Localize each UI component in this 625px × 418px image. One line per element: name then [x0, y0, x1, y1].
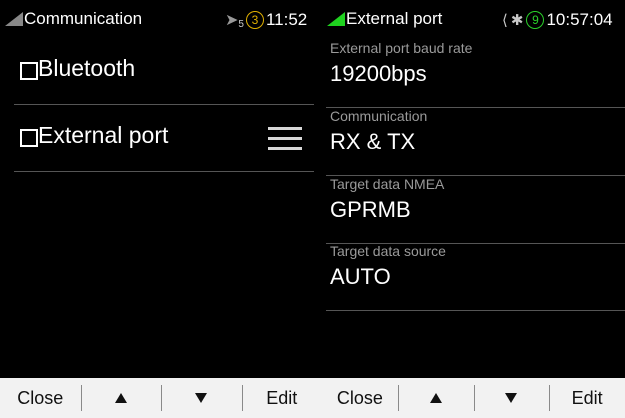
property-communication[interactable]: Communication RX & TX [326, 108, 625, 176]
menu-icon[interactable] [268, 127, 302, 151]
arrow-up-icon [114, 393, 127, 403]
move-up-button[interactable] [397, 378, 474, 418]
status-time: 10:57:04 [546, 10, 613, 29]
property-target-data-nmea[interactable]: Target data NMEA GPRMB [326, 176, 625, 244]
bottom-toolbar: Close Edit [322, 378, 625, 418]
navigation-arrow-icon: ➤ [225, 12, 239, 29]
satellite-count-badge: 3 [245, 11, 264, 29]
screen-title: Communication [24, 9, 143, 28]
property-value: AUTO [330, 264, 391, 289]
status-sub-number: 5 [238, 18, 244, 30]
arrow-down-icon [195, 393, 208, 403]
checkbox[interactable] [20, 62, 38, 80]
list-item-label: External port [38, 122, 169, 148]
move-down-button[interactable] [473, 378, 550, 418]
edit-button[interactable]: Edit [241, 378, 323, 418]
communication-screen: Communication ➤ 5 3 11:52 Bluetooth Exte… [0, 0, 322, 418]
move-up-button[interactable] [80, 378, 162, 418]
checkbox[interactable] [20, 129, 38, 147]
edit-button[interactable]: Edit [549, 378, 625, 418]
satellite-count-badge: 9 [526, 11, 545, 29]
signal-triangle-icon [327, 12, 345, 26]
close-button[interactable]: Close [0, 378, 81, 418]
arrow-up-icon [429, 393, 442, 403]
property-target-data-source[interactable]: Target data source AUTO [326, 243, 625, 311]
move-down-button[interactable] [161, 378, 242, 418]
property-label: Communication [330, 108, 428, 124]
status-indicators: ➤ 5 3 11:52 [225, 9, 307, 31]
bottom-toolbar: Close Edit [0, 378, 322, 418]
screen: Communication ➤ 5 3 11:52 Bluetooth Exte… [0, 0, 625, 418]
screen-title: External port [346, 9, 443, 28]
status-time: 11:52 [265, 10, 308, 29]
signal-triangle-icon [5, 12, 23, 26]
status-bar: External port ⟨ ✱ 9 10:57:04 [322, 0, 625, 40]
bluetooth-icon: ✱ [510, 12, 524, 29]
property-label: Target data source [330, 243, 446, 259]
status-bar: Communication ➤ 5 3 11:52 [0, 0, 322, 40]
property-label: Target data NMEA [330, 176, 445, 192]
arrow-down-icon [505, 393, 518, 403]
property-value: RX & TX [330, 129, 416, 154]
external-port-screen: External port ⟨ ✱ 9 10:57:04 External po… [322, 0, 625, 418]
close-button[interactable]: Close [322, 378, 398, 418]
property-baud-rate[interactable]: External port baud rate 19200bps [326, 40, 625, 108]
list-item-external-port[interactable]: External port [14, 105, 314, 172]
property-value: 19200bps [330, 61, 427, 86]
status-indicators: ⟨ ✱ 9 10:57:04 [502, 9, 613, 31]
property-value: GPRMB [330, 197, 411, 222]
list-item-label: Bluetooth [38, 55, 136, 81]
property-label: External port baud rate [330, 40, 473, 56]
list-item-bluetooth[interactable]: Bluetooth [14, 38, 314, 105]
chevron-left-icon: ⟨ [502, 12, 508, 29]
